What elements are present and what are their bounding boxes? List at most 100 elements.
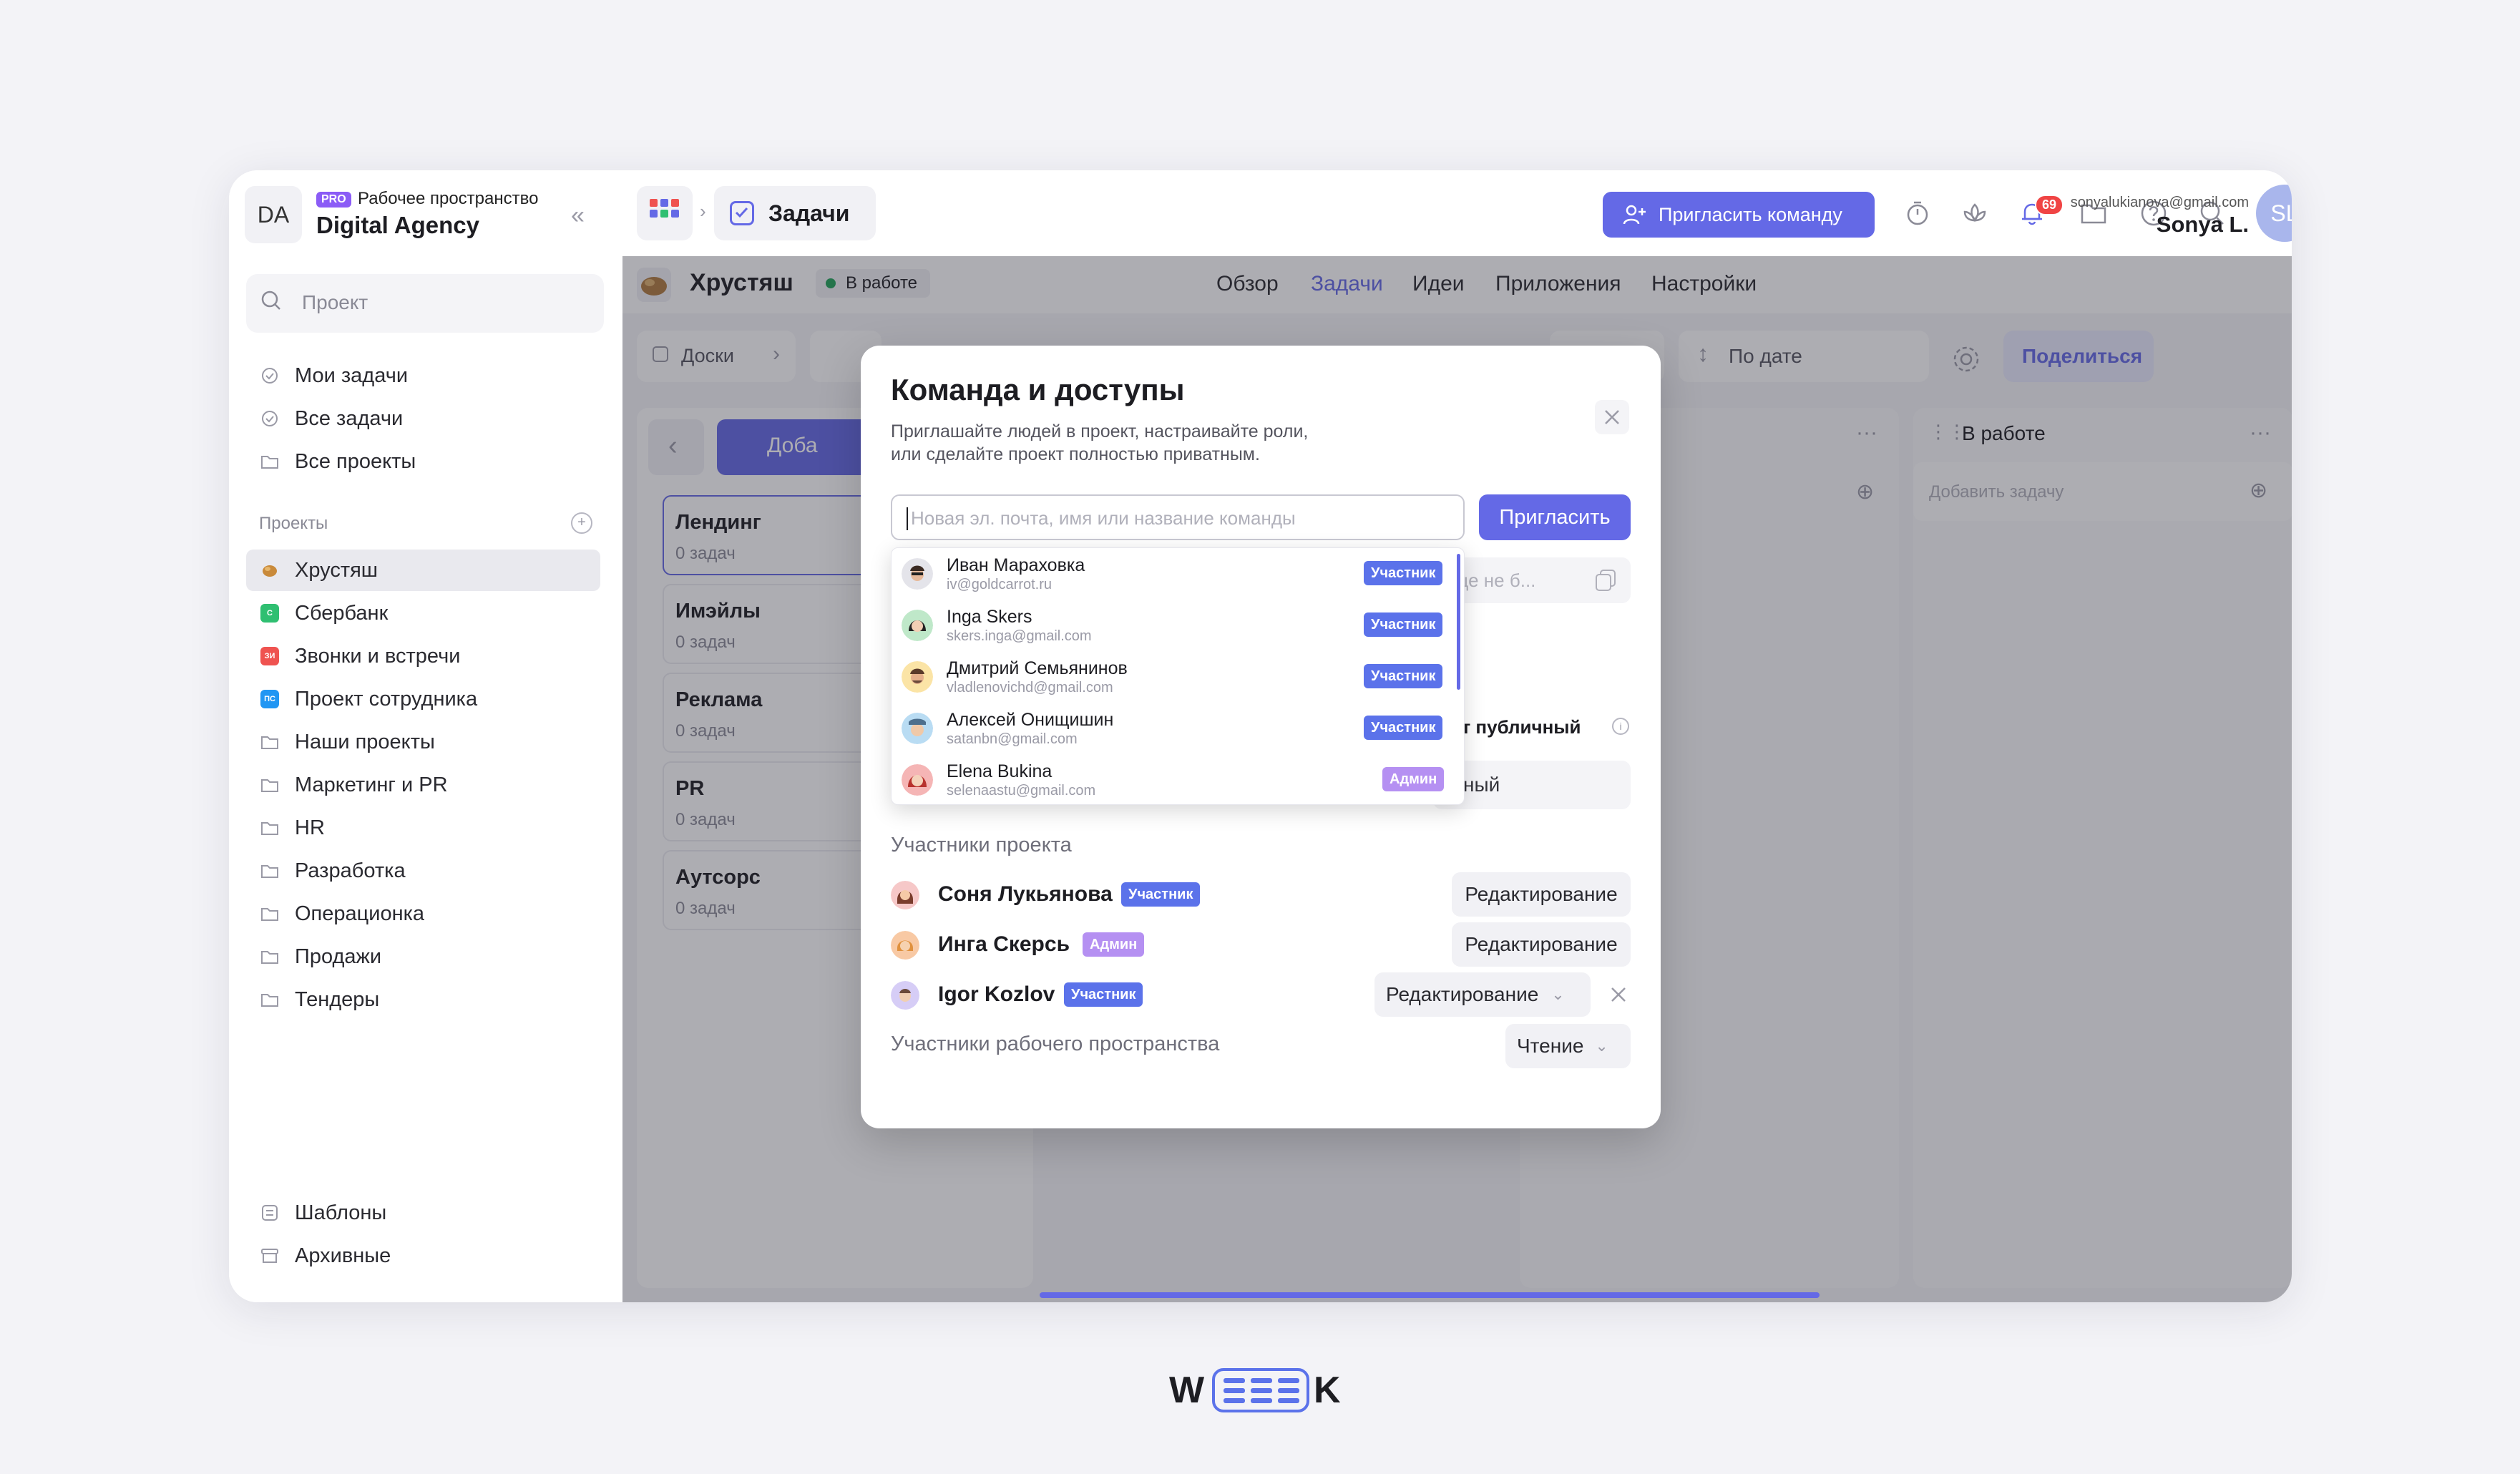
sidebar-item-folder-hr[interactable]: HR — [246, 807, 600, 849]
search-placeholder: Проект — [302, 291, 368, 313]
info-icon[interactable]: i — [1612, 718, 1629, 735]
apps-grid-icon — [650, 199, 679, 218]
project-search-input[interactable]: Проект — [246, 274, 604, 333]
member-row: Igor Kozlov Участник Редактирование ⌄ — [891, 972, 1631, 1017]
invite-team-label: Пригласить команду — [1659, 203, 1842, 225]
project-badge-icon: ПС — [260, 690, 279, 708]
permission-select[interactable]: Редактирование — [1452, 922, 1631, 967]
sidebar-item-folder-sales[interactable]: Продажи — [246, 936, 600, 977]
remove-member-icon[interactable] — [1608, 984, 1629, 1005]
sidebar-item-label: Продажи — [295, 945, 382, 968]
check-circle-icon — [258, 363, 282, 388]
sidebar-item-label: HR — [295, 816, 325, 839]
sidebar-item-label: Проект сотрудника — [295, 687, 478, 711]
sidebar: DA PRO Рабочее пространство Digital Agen… — [229, 170, 624, 1302]
suggestion-item[interactable]: Дмитрий Семьянинов vladlenovichd@gmail.c… — [892, 651, 1464, 703]
sidebar-item-label: Все задачи — [295, 406, 404, 430]
sidebar-item-project-sberbank[interactable]: С Сбербанк — [246, 592, 600, 634]
suggestion-item[interactable]: Inga Skers skers.inga@gmail.com Участник — [892, 600, 1464, 651]
avatar — [902, 558, 933, 590]
folder-icon — [258, 816, 282, 840]
member-row: Соня Лукьянова Участник Редактирование — [891, 872, 1631, 917]
invite-search-input[interactable]: Новая эл. почта, имя или название команд… — [891, 494, 1465, 540]
avatar — [891, 981, 919, 1010]
modal-subtitle: Приглашайте людей в проект, настраивайте… — [891, 421, 1309, 464]
permission-select[interactable]: Редактирование ⌄ — [1374, 972, 1591, 1017]
chevron-down-icon: ⌄ — [1595, 1037, 1608, 1055]
weeek-logo: W K — [1169, 1368, 1341, 1412]
collapse-sidebar-icon[interactable]: « — [571, 202, 585, 230]
member-row: Инга Скерсь Админ Редактирование — [891, 922, 1631, 967]
sidebar-item-project-khrustyash[interactable]: Хрустяш — [246, 550, 600, 591]
sidebar-item-templates[interactable]: Шаблоны — [246, 1192, 600, 1234]
dropdown-scrollbar[interactable] — [1457, 554, 1460, 690]
workspace-permission-select[interactable]: Чтение ⌄ — [1505, 1024, 1631, 1068]
avatar — [891, 931, 919, 960]
sidebar-item-label: Разработка — [295, 859, 406, 882]
copy-icon[interactable] — [1595, 569, 1616, 592]
sidebar-item-label: Все проекты — [295, 449, 416, 473]
topbar: › Задачи Пригласить команду 69 sonyaluki… — [622, 170, 2292, 258]
invite-team-button[interactable]: Пригласить команду — [1603, 192, 1875, 238]
sidebar-item-folder-operations[interactable]: Операционка — [246, 893, 600, 934]
sidebar-item-label: Шаблоны — [295, 1201, 387, 1224]
sidebar-item-label: Мои задачи — [295, 363, 409, 387]
role-badge: Участник — [1364, 664, 1443, 688]
user-avatar[interactable]: SL — [2256, 185, 2292, 242]
sidebar-item-folder-development[interactable]: Разработка — [246, 850, 600, 892]
folder-icon — [258, 773, 282, 797]
close-button[interactable] — [1595, 400, 1629, 434]
sidebar-item-all-tasks[interactable]: Все задачи — [246, 398, 600, 439]
sidebar-item-folder-marketing[interactable]: Маркетинг и PR — [246, 764, 600, 806]
add-project-icon[interactable]: + — [571, 512, 592, 534]
invite-suggestions-dropdown: Иван Мараховка iv@goldcarrot.ru Участник… — [891, 547, 1465, 805]
meditation-icon[interactable] — [1960, 199, 1989, 228]
sidebar-item-label: Тендеры — [295, 987, 380, 1011]
archive-icon — [258, 1244, 282, 1268]
suggestion-item[interactable]: Иван Мараховка iv@goldcarrot.ru Участник — [892, 548, 1464, 600]
sidebar-item-label: Маркетинг и PR — [295, 773, 448, 796]
folder-icon — [258, 945, 282, 969]
avatar — [902, 713, 933, 744]
permission-select[interactable]: Редактирование — [1452, 872, 1631, 917]
close-icon — [1605, 410, 1619, 424]
suggestion-item[interactable]: Алексей Онищишин satanbn@gmail.com Участ… — [892, 703, 1464, 754]
sidebar-item-label: Звонки и встречи — [295, 644, 461, 668]
workspace-members-title: Участники рабочего пространства — [891, 1033, 1220, 1055]
member-name: Соня Лукьянова — [938, 882, 1113, 906]
avatar — [902, 764, 933, 796]
sidebar-item-archive[interactable]: Архивные — [246, 1235, 600, 1277]
horizontal-scrollbar[interactable] — [1040, 1292, 1820, 1298]
apps-grid-button[interactable] — [637, 186, 693, 240]
project-logo-icon — [258, 558, 282, 582]
workspace-avatar[interactable]: DA — [245, 186, 302, 243]
role-badge: Участник — [1064, 982, 1143, 1007]
sidebar-item-project-employee[interactable]: ПС Проект сотрудника — [246, 678, 600, 720]
timer-icon[interactable] — [1903, 199, 1932, 228]
invite-button[interactable]: Пригласить — [1479, 494, 1631, 540]
suggestion-item[interactable]: Elena Bukina selenaastu@gmail.com Админ — [892, 754, 1464, 804]
role-badge: Участник — [1364, 561, 1443, 585]
modal-title: Команда и доступы — [891, 373, 1185, 406]
sidebar-item-folder-our-projects[interactable]: Наши проекты — [246, 721, 600, 763]
workspace-name[interactable]: Digital Agency — [316, 212, 479, 239]
folder-icon — [258, 449, 282, 474]
folder-icon — [258, 730, 282, 754]
check-circle-icon — [258, 406, 282, 431]
sidebar-item-project-calls[interactable]: ЗИ Звонки и встречи — [246, 635, 600, 677]
project-members-title: Участники проекта — [891, 834, 1072, 856]
sidebar-item-label: Операционка — [295, 902, 425, 925]
member-name: Igor Kozlov — [938, 982, 1055, 1006]
role-badge: Админ — [1083, 932, 1145, 957]
sidebar-item-all-projects[interactable]: Все проекты — [246, 441, 600, 482]
sidebar-item-folder-tenders[interactable]: Тендеры — [246, 979, 600, 1020]
breadcrumb-tasks[interactable]: Задачи — [714, 186, 876, 240]
svg-text:K: K — [1314, 1370, 1341, 1411]
sidebar-item-my-tasks[interactable]: Мои задачи — [246, 355, 600, 396]
role-badge: Админ — [1382, 767, 1445, 791]
member-name: Инга Скерсь — [938, 932, 1070, 956]
text-caret — [907, 507, 908, 530]
folder-icon — [258, 902, 282, 926]
avatar — [902, 610, 933, 641]
role-badge: Участник — [1364, 612, 1443, 637]
